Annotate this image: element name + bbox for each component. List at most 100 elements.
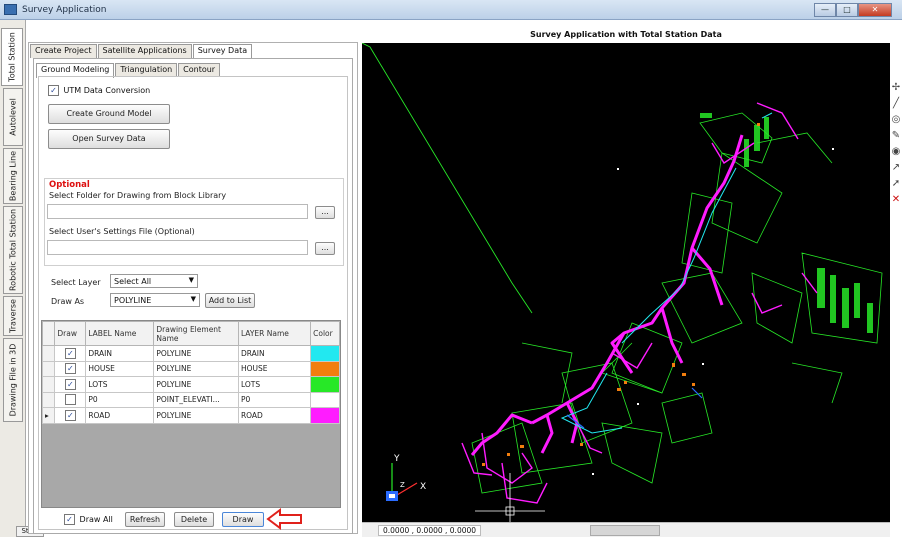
window-controls: — □ ✕ bbox=[814, 3, 892, 17]
select-layer-label: Select Layer bbox=[51, 278, 101, 287]
table-row[interactable]: ✓ LOTS POLYLINE LOTS bbox=[41, 376, 340, 393]
current-row-marker: ▸ bbox=[41, 407, 56, 424]
draw-button[interactable]: Draw bbox=[222, 512, 264, 527]
label-cell[interactable]: LOTS bbox=[85, 376, 155, 393]
pencil-icon[interactable]: ✎ bbox=[890, 128, 902, 144]
color-swatch[interactable] bbox=[310, 376, 340, 393]
add-to-list-button[interactable]: Add to List bbox=[205, 293, 255, 308]
table-row[interactable]: ✓ HOUSE POLYLINE HOUSE bbox=[41, 360, 340, 377]
tab-survey-data[interactable]: Survey Data bbox=[192, 44, 253, 59]
row-header bbox=[41, 360, 56, 377]
row-draw-checkbox[interactable]: ✓ bbox=[64, 378, 76, 390]
element-cell[interactable]: POLYLINE bbox=[153, 345, 239, 362]
color-swatch[interactable] bbox=[310, 360, 340, 377]
col-drawing-element[interactable]: Drawing Element Name bbox=[153, 321, 239, 346]
side-tab-label: Bearing Line bbox=[8, 150, 18, 202]
side-tab-traverse[interactable]: Traverse bbox=[3, 296, 23, 336]
delete-icon[interactable]: ✕ bbox=[890, 192, 902, 208]
right-toolbar: ✢ ╱ ◎ ✎ ◉ ↗ ➚ ✕ bbox=[890, 80, 902, 220]
element-cell[interactable]: POLYLINE bbox=[153, 376, 239, 393]
row-header bbox=[41, 345, 56, 362]
layer-cell[interactable]: HOUSE bbox=[237, 360, 312, 377]
settings-file-browse-button[interactable]: ... bbox=[315, 242, 335, 255]
block-library-field[interactable] bbox=[47, 204, 308, 219]
block-library-browse-button[interactable]: ... bbox=[315, 206, 335, 219]
row-draw-checkbox[interactable] bbox=[64, 394, 76, 406]
cad-canvas[interactable]: Y X Z bbox=[361, 42, 890, 526]
cursor-icon[interactable]: ➚ bbox=[890, 176, 902, 192]
row-header-corner bbox=[41, 321, 56, 346]
move-icon[interactable]: ✢ bbox=[890, 80, 902, 96]
element-cell[interactable]: POLYLINE bbox=[153, 407, 239, 424]
axis-z-label: Z bbox=[400, 481, 405, 489]
dropdown-arrow-icon: ▼ bbox=[188, 276, 194, 284]
label-cell[interactable]: DRAIN bbox=[85, 345, 155, 362]
side-tab-total-station[interactable]: Total Station bbox=[1, 28, 23, 86]
open-survey-data-button[interactable]: Open Survey Data bbox=[48, 129, 170, 149]
axis-y-label: Y bbox=[393, 454, 400, 464]
utm-checkbox[interactable]: ✓ bbox=[48, 85, 59, 96]
layer-cell[interactable]: DRAIN bbox=[237, 345, 312, 362]
col-label-name[interactable]: LABEL Name bbox=[85, 321, 155, 346]
draw-all-checkbox[interactable]: ✓ bbox=[64, 514, 75, 525]
col-draw[interactable]: Draw bbox=[54, 321, 87, 346]
table-row[interactable]: ▸ ✓ ROAD POLYLINE ROAD bbox=[41, 407, 340, 424]
col-layer-name[interactable]: LAYER Name bbox=[237, 321, 312, 346]
minimize-button[interactable]: — bbox=[814, 3, 836, 17]
horizontal-scrollbar[interactable] bbox=[590, 525, 660, 536]
refresh-button[interactable]: Refresh bbox=[125, 512, 165, 527]
circle-icon[interactable]: ◎ bbox=[890, 112, 902, 128]
layer-cell[interactable]: P0 bbox=[237, 391, 312, 408]
line-icon[interactable]: ╱ bbox=[890, 96, 902, 112]
side-tab-autolevel[interactable]: Autolevel bbox=[3, 88, 23, 146]
table-header-row: Draw LABEL Name Drawing Element Name LAY… bbox=[41, 321, 340, 346]
tab-contour[interactable]: Contour bbox=[178, 63, 221, 77]
color-swatch[interactable] bbox=[310, 407, 340, 424]
create-ground-model-button[interactable]: Create Ground Model bbox=[48, 104, 170, 124]
draw-cell: ✓ bbox=[54, 407, 87, 424]
color-swatch[interactable] bbox=[310, 391, 340, 408]
tab-triangulation[interactable]: Triangulation bbox=[115, 63, 178, 77]
utm-checkbox-row[interactable]: ✓ UTM Data Conversion bbox=[48, 85, 150, 96]
layer-cell[interactable]: ROAD bbox=[237, 407, 312, 424]
tab-create-project[interactable]: Create Project bbox=[30, 44, 97, 58]
maximize-button[interactable]: □ bbox=[836, 3, 858, 17]
cad-title: Survey Application with Total Station Da… bbox=[362, 30, 890, 43]
label-cell[interactable]: P0 bbox=[85, 391, 155, 408]
layer-grid: Draw LABEL Name Drawing Element Name LAY… bbox=[41, 321, 340, 424]
side-tab-label: Traverse bbox=[8, 299, 18, 333]
label-cell[interactable]: ROAD bbox=[85, 407, 155, 424]
select-layer-dropdown[interactable]: Select All ▼ bbox=[110, 274, 198, 288]
draw-cell: ✓ bbox=[54, 345, 87, 362]
close-button[interactable]: ✕ bbox=[858, 3, 892, 17]
draw-cell bbox=[54, 391, 87, 408]
side-tab-drawing-file-3d[interactable]: Drawing File in 3D bbox=[3, 338, 23, 422]
tab-satellite-applications[interactable]: Satellite Applications bbox=[97, 44, 192, 58]
delete-button[interactable]: Delete bbox=[174, 512, 214, 527]
row-draw-checkbox[interactable]: ✓ bbox=[64, 409, 76, 421]
row-draw-checkbox[interactable]: ✓ bbox=[64, 363, 76, 375]
draw-all-row[interactable]: ✓ Draw All bbox=[64, 514, 113, 525]
draw-as-dropdown[interactable]: POLYLINE ▼ bbox=[110, 293, 200, 307]
side-tab-bearing-line[interactable]: Bearing Line bbox=[3, 148, 23, 204]
side-tab-robotic-total-station[interactable]: Robotic Total Station bbox=[3, 206, 23, 294]
col-color[interactable]: Color bbox=[310, 321, 340, 346]
settings-file-field[interactable] bbox=[47, 240, 308, 255]
table-row[interactable]: ✓ DRAIN POLYLINE DRAIN bbox=[41, 345, 340, 362]
sub-tab-bar: Ground Modeling Triangulation Contour bbox=[36, 63, 221, 78]
side-tab-label: Total Station bbox=[7, 32, 17, 82]
coordinates-readout: 0.0000 , 0.0000 , 0.0000 bbox=[378, 525, 482, 536]
side-tab-label: Drawing File in 3D bbox=[8, 343, 18, 417]
layer-cell[interactable]: LOTS bbox=[237, 376, 312, 393]
element-cell[interactable]: POINT_ELEVATI... bbox=[153, 391, 239, 408]
element-cell[interactable]: POLYLINE bbox=[153, 360, 239, 377]
label-cell[interactable]: HOUSE bbox=[85, 360, 155, 377]
target-icon[interactable]: ◉ bbox=[890, 144, 902, 160]
row-draw-checkbox[interactable]: ✓ bbox=[64, 347, 76, 359]
color-swatch[interactable] bbox=[310, 345, 340, 362]
survey-drawing: Y X Z bbox=[361, 42, 883, 526]
table-row[interactable]: P0 POINT_ELEVATI... P0 bbox=[41, 391, 340, 408]
side-tab-label: Autolevel bbox=[8, 98, 18, 136]
arrow-icon[interactable]: ↗ bbox=[890, 160, 902, 176]
axis-x-label: X bbox=[420, 482, 426, 492]
